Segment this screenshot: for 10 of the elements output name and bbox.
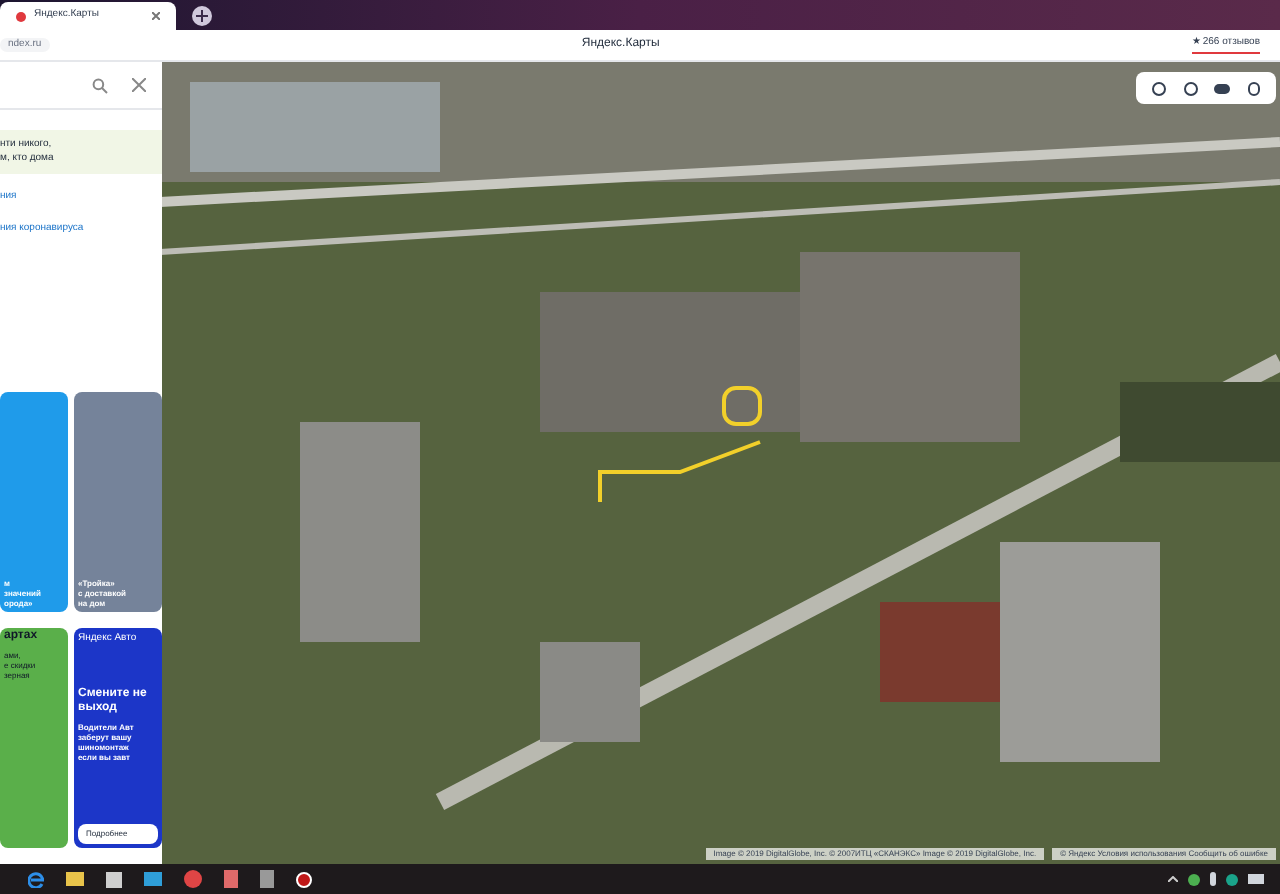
caret-icon[interactable]	[1168, 876, 1178, 882]
browser-icon[interactable]	[28, 871, 44, 887]
pin-icon	[16, 11, 26, 21]
browser-icon[interactable]	[184, 870, 202, 888]
close-icon[interactable]	[152, 12, 160, 20]
new-tab-button[interactable]	[192, 6, 212, 26]
close-icon[interactable]	[132, 78, 146, 92]
record-icon[interactable]	[296, 871, 312, 887]
plus-icon	[196, 10, 208, 22]
search-icon[interactable]	[92, 77, 108, 93]
